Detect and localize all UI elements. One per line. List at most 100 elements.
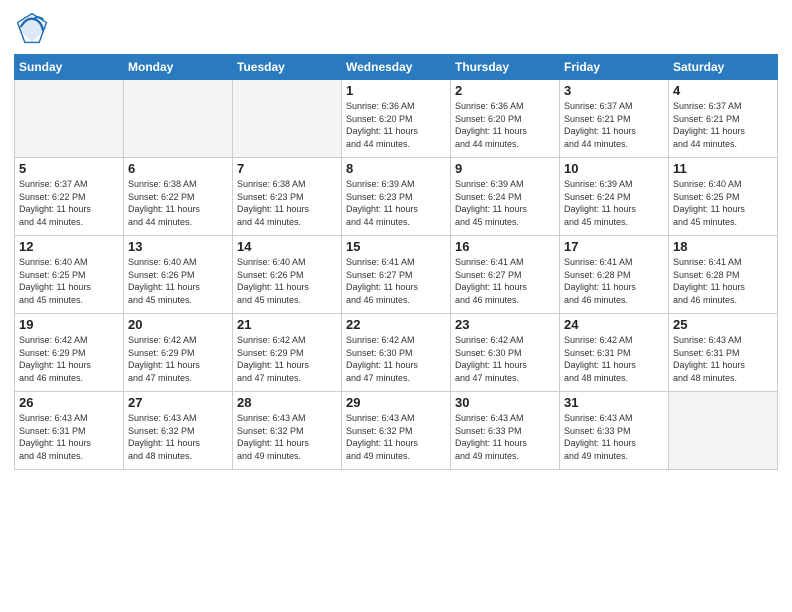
- day-info: Sunrise: 6:36 AM Sunset: 6:20 PM Dayligh…: [346, 100, 446, 150]
- day-info: Sunrise: 6:42 AM Sunset: 6:29 PM Dayligh…: [237, 334, 337, 384]
- logo-icon: [14, 10, 50, 46]
- calendar-cell: [124, 80, 233, 158]
- calendar-cell: 21 Sunrise: 6:42 AM Sunset: 6:29 PM Dayli…: [233, 314, 342, 392]
- day-info: Sunrise: 6:43 AM Sunset: 6:31 PM Dayligh…: [673, 334, 773, 384]
- day-info: Sunrise: 6:39 AM Sunset: 6:24 PM Dayligh…: [564, 178, 664, 228]
- calendar-header-friday: Friday: [560, 55, 669, 80]
- day-number: 29: [346, 395, 446, 410]
- calendar-cell: 10 Sunrise: 6:39 AM Sunset: 6:24 PM Dayli…: [560, 158, 669, 236]
- calendar-header-wednesday: Wednesday: [342, 55, 451, 80]
- day-number: 13: [128, 239, 228, 254]
- calendar-cell: 22 Sunrise: 6:42 AM Sunset: 6:30 PM Dayli…: [342, 314, 451, 392]
- logo: [14, 10, 54, 46]
- day-info: Sunrise: 6:38 AM Sunset: 6:22 PM Dayligh…: [128, 178, 228, 228]
- calendar-week-row: 12Sunrise: 6:40 AM Sunset: 6:25 PM Dayli…: [15, 236, 778, 314]
- calendar-cell: 23Sunrise: 6:42 AM Sunset: 6:30 PM Dayli…: [451, 314, 560, 392]
- calendar-cell: 15 Sunrise: 6:41 AM Sunset: 6:27 PM Dayli…: [342, 236, 451, 314]
- day-number: 28: [237, 395, 337, 410]
- calendar-cell: 8 Sunrise: 6:39 AM Sunset: 6:23 PM Daylig…: [342, 158, 451, 236]
- calendar-week-row: 5 Sunrise: 6:37 AM Sunset: 6:22 PM Daylig…: [15, 158, 778, 236]
- calendar-header-sunday: Sunday: [15, 55, 124, 80]
- calendar-header-tuesday: Tuesday: [233, 55, 342, 80]
- day-number: 3: [564, 83, 664, 98]
- calendar-cell: 24Sunrise: 6:42 AM Sunset: 6:31 PM Dayli…: [560, 314, 669, 392]
- calendar-cell: 9Sunrise: 6:39 AM Sunset: 6:24 PM Daylig…: [451, 158, 560, 236]
- calendar-cell: 25Sunrise: 6:43 AM Sunset: 6:31 PM Dayli…: [669, 314, 778, 392]
- calendar-cell: 1 Sunrise: 6:36 AM Sunset: 6:20 PM Daylig…: [342, 80, 451, 158]
- calendar-cell: [233, 80, 342, 158]
- calendar-cell: 18 Sunrise: 6:41 AM Sunset: 6:28 PM Dayli…: [669, 236, 778, 314]
- day-number: 1: [346, 83, 446, 98]
- day-number: 10: [564, 161, 664, 176]
- day-info: Sunrise: 6:43 AM Sunset: 6:32 PM Dayligh…: [237, 412, 337, 462]
- calendar-cell: 13 Sunrise: 6:40 AM Sunset: 6:26 PM Dayli…: [124, 236, 233, 314]
- day-info: Sunrise: 6:37 AM Sunset: 6:22 PM Dayligh…: [19, 178, 119, 228]
- calendar-cell: 28 Sunrise: 6:43 AM Sunset: 6:32 PM Dayli…: [233, 392, 342, 470]
- day-number: 8: [346, 161, 446, 176]
- calendar-cell: [15, 80, 124, 158]
- day-number: 11: [673, 161, 773, 176]
- day-number: 9: [455, 161, 555, 176]
- day-number: 20: [128, 317, 228, 332]
- day-info: Sunrise: 6:36 AM Sunset: 6:20 PM Dayligh…: [455, 100, 555, 150]
- day-info: Sunrise: 6:43 AM Sunset: 6:32 PM Dayligh…: [128, 412, 228, 462]
- calendar-cell: 20Sunrise: 6:42 AM Sunset: 6:29 PM Dayli…: [124, 314, 233, 392]
- day-number: 26: [19, 395, 119, 410]
- day-info: Sunrise: 6:38 AM Sunset: 6:23 PM Dayligh…: [237, 178, 337, 228]
- day-info: Sunrise: 6:43 AM Sunset: 6:31 PM Dayligh…: [19, 412, 119, 462]
- day-info: Sunrise: 6:43 AM Sunset: 6:32 PM Dayligh…: [346, 412, 446, 462]
- day-info: Sunrise: 6:42 AM Sunset: 6:30 PM Dayligh…: [346, 334, 446, 384]
- day-number: 2: [455, 83, 555, 98]
- day-number: 27: [128, 395, 228, 410]
- calendar-header-saturday: Saturday: [669, 55, 778, 80]
- calendar-cell: 7 Sunrise: 6:38 AM Sunset: 6:23 PM Daylig…: [233, 158, 342, 236]
- day-info: Sunrise: 6:43 AM Sunset: 6:33 PM Dayligh…: [455, 412, 555, 462]
- calendar-week-row: 1 Sunrise: 6:36 AM Sunset: 6:20 PM Daylig…: [15, 80, 778, 158]
- day-number: 15: [346, 239, 446, 254]
- calendar-cell: 27 Sunrise: 6:43 AM Sunset: 6:32 PM Dayli…: [124, 392, 233, 470]
- calendar-cell: 5 Sunrise: 6:37 AM Sunset: 6:22 PM Daylig…: [15, 158, 124, 236]
- day-number: 5: [19, 161, 119, 176]
- day-info: Sunrise: 6:41 AM Sunset: 6:28 PM Dayligh…: [564, 256, 664, 306]
- day-number: 16: [455, 239, 555, 254]
- day-number: 23: [455, 317, 555, 332]
- day-info: Sunrise: 6:42 AM Sunset: 6:29 PM Dayligh…: [19, 334, 119, 384]
- day-info: Sunrise: 6:42 AM Sunset: 6:31 PM Dayligh…: [564, 334, 664, 384]
- day-number: 30: [455, 395, 555, 410]
- calendar-cell: 19 Sunrise: 6:42 AM Sunset: 6:29 PM Dayli…: [15, 314, 124, 392]
- day-info: Sunrise: 6:40 AM Sunset: 6:26 PM Dayligh…: [237, 256, 337, 306]
- day-number: 12: [19, 239, 119, 254]
- day-number: 19: [19, 317, 119, 332]
- calendar-cell: 29 Sunrise: 6:43 AM Sunset: 6:32 PM Dayli…: [342, 392, 451, 470]
- day-number: 7: [237, 161, 337, 176]
- calendar-header-row: SundayMondayTuesdayWednesdayThursdayFrid…: [15, 55, 778, 80]
- day-info: Sunrise: 6:40 AM Sunset: 6:25 PM Dayligh…: [673, 178, 773, 228]
- calendar-table: SundayMondayTuesdayWednesdayThursdayFrid…: [14, 54, 778, 470]
- calendar-header-monday: Monday: [124, 55, 233, 80]
- calendar-cell: 30 Sunrise: 6:43 AM Sunset: 6:33 PM Dayli…: [451, 392, 560, 470]
- day-info: Sunrise: 6:37 AM Sunset: 6:21 PM Dayligh…: [564, 100, 664, 150]
- day-info: Sunrise: 6:41 AM Sunset: 6:27 PM Dayligh…: [455, 256, 555, 306]
- calendar-cell: 12Sunrise: 6:40 AM Sunset: 6:25 PM Dayli…: [15, 236, 124, 314]
- day-info: Sunrise: 6:41 AM Sunset: 6:28 PM Dayligh…: [673, 256, 773, 306]
- day-number: 14: [237, 239, 337, 254]
- day-number: 18: [673, 239, 773, 254]
- day-number: 4: [673, 83, 773, 98]
- page: SundayMondayTuesdayWednesdayThursdayFrid…: [0, 0, 792, 612]
- calendar-cell: 26 Sunrise: 6:43 AM Sunset: 6:31 PM Dayli…: [15, 392, 124, 470]
- calendar-week-row: 26 Sunrise: 6:43 AM Sunset: 6:31 PM Dayli…: [15, 392, 778, 470]
- header: [14, 10, 778, 46]
- day-info: Sunrise: 6:40 AM Sunset: 6:26 PM Dayligh…: [128, 256, 228, 306]
- day-number: 6: [128, 161, 228, 176]
- day-info: Sunrise: 6:41 AM Sunset: 6:27 PM Dayligh…: [346, 256, 446, 306]
- calendar-cell: 14 Sunrise: 6:40 AM Sunset: 6:26 PM Dayli…: [233, 236, 342, 314]
- calendar-cell: 16 Sunrise: 6:41 AM Sunset: 6:27 PM Dayli…: [451, 236, 560, 314]
- calendar-cell: [669, 392, 778, 470]
- day-number: 22: [346, 317, 446, 332]
- day-info: Sunrise: 6:39 AM Sunset: 6:23 PM Dayligh…: [346, 178, 446, 228]
- day-number: 21: [237, 317, 337, 332]
- calendar-cell: 4 Sunrise: 6:37 AM Sunset: 6:21 PM Daylig…: [669, 80, 778, 158]
- calendar-week-row: 19 Sunrise: 6:42 AM Sunset: 6:29 PM Dayli…: [15, 314, 778, 392]
- day-info: Sunrise: 6:37 AM Sunset: 6:21 PM Dayligh…: [673, 100, 773, 150]
- calendar-header-thursday: Thursday: [451, 55, 560, 80]
